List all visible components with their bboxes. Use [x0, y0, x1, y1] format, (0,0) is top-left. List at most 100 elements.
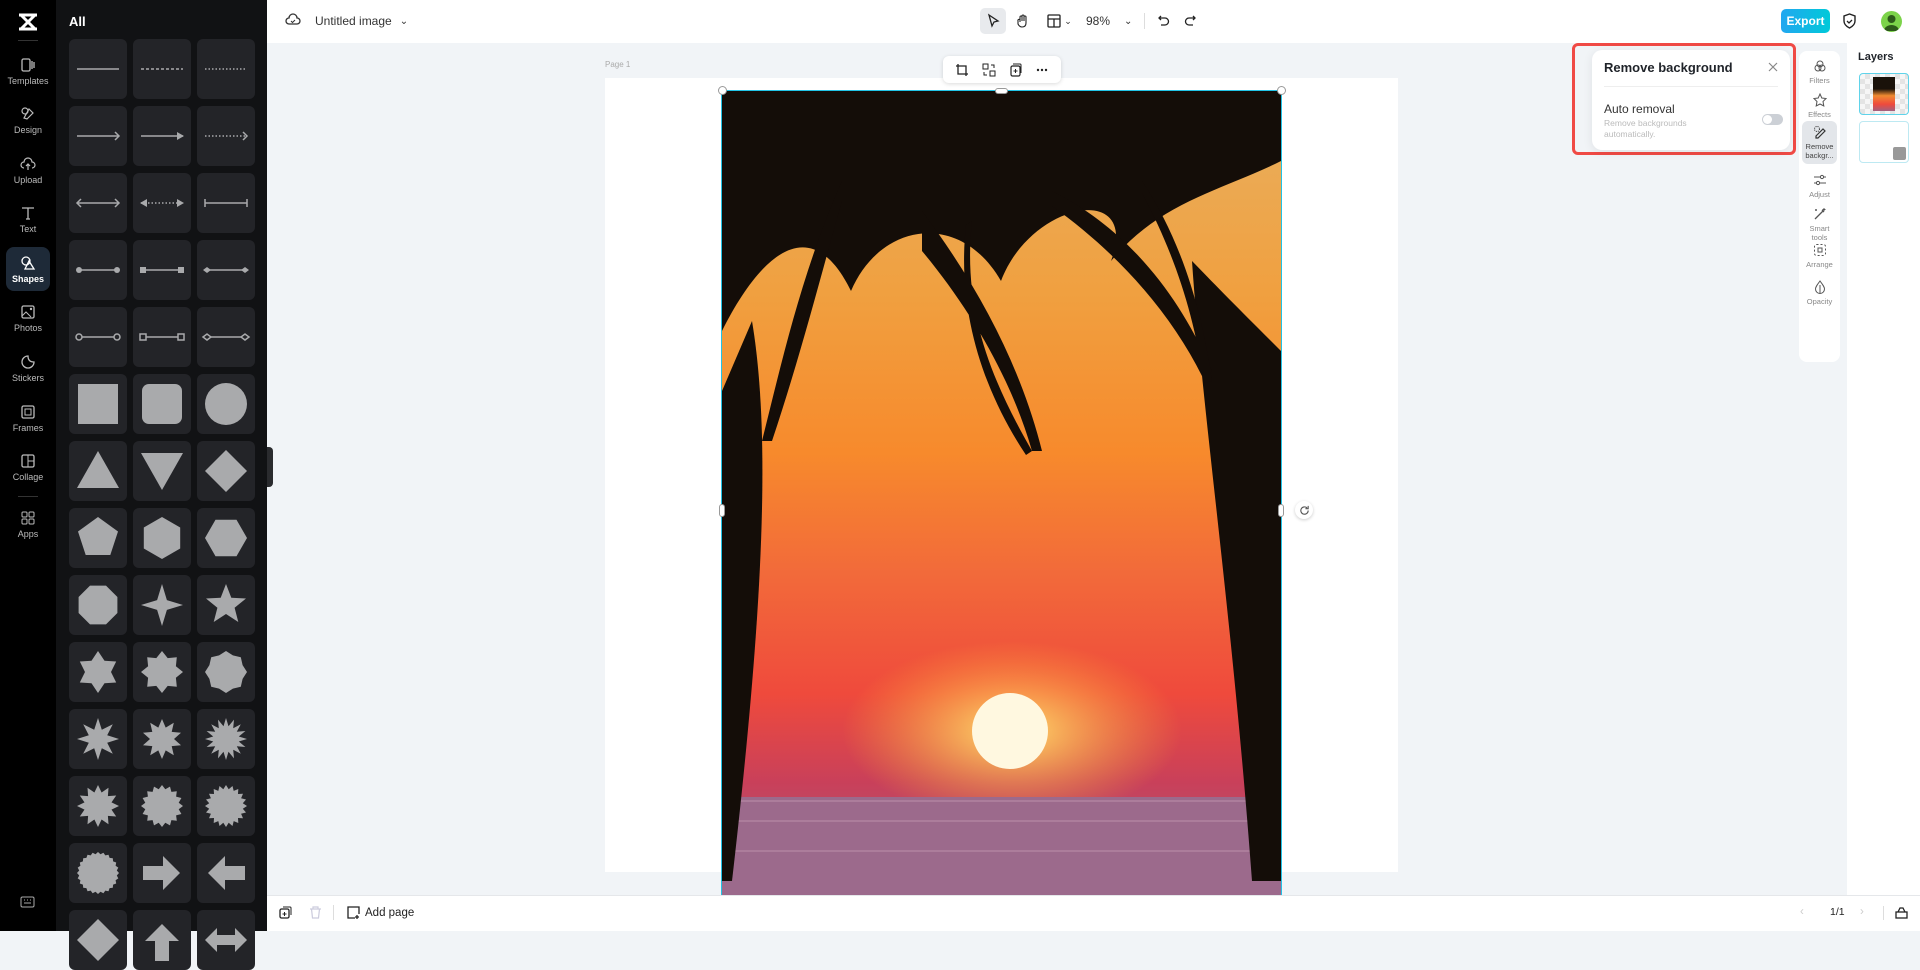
shape-tile-seal-24[interactable] [69, 843, 127, 903]
shape-tile-octagon[interactable] [69, 575, 127, 635]
document-title[interactable]: Untitled image ⌄ [315, 14, 408, 28]
zoom-dropdown-chevron-icon[interactable]: ⌄ [1124, 16, 1132, 27]
select-tool-button[interactable] [980, 8, 1006, 34]
duplicate-icon[interactable] [1008, 63, 1022, 77]
shape-tile-hexagon-flat[interactable] [197, 508, 255, 568]
tool-arrange[interactable]: Arrange [1802, 239, 1837, 273]
stickers-icon [21, 354, 35, 369]
hand-tool-button[interactable] [1010, 8, 1036, 34]
shape-tile-arrow-filled[interactable] [133, 106, 191, 166]
more-icon[interactable] [1035, 63, 1049, 77]
layer-background[interactable] [1859, 121, 1909, 163]
rail-item-stickers[interactable]: Stickers [6, 346, 50, 390]
shape-tile-line-dotted[interactable] [197, 39, 255, 99]
shape-tile-line-hollow-square-ends[interactable] [133, 307, 191, 367]
shape-tile-arrow-up-partial[interactable] [133, 910, 191, 970]
shape-tile-hexagon[interactable] [133, 508, 191, 568]
rail-item-templates[interactable]: Templates [6, 49, 50, 93]
crop-icon[interactable] [955, 63, 969, 77]
shape-tile-arrow-dotted[interactable] [197, 106, 255, 166]
shape-tile-arrow-left[interactable] [197, 843, 255, 903]
rail-item-frames[interactable]: Frames [6, 396, 50, 440]
rail-item-apps[interactable]: Apps [6, 502, 50, 546]
page-manager-icon[interactable] [1894, 905, 1909, 920]
tool-adjust[interactable]: Adjust [1802, 169, 1837, 203]
inverted-triangle-icon [141, 453, 183, 490]
rail-item-upload[interactable]: Upload [6, 148, 50, 192]
shape-tile-burst-10[interactable] [133, 709, 191, 769]
auto-removal-toggle[interactable] [1762, 114, 1783, 125]
layer-image[interactable] [1859, 73, 1909, 115]
sunset-palm-image[interactable] [721, 90, 1282, 896]
shape-tile-arrow-open[interactable] [69, 106, 127, 166]
shape-tile-burst-16[interactable] [197, 709, 255, 769]
shape-tile-double-arrow-partial[interactable] [197, 910, 255, 970]
rail-item-design[interactable]: Design [6, 98, 50, 142]
shape-tile-pentagon[interactable] [69, 508, 127, 568]
resize-handle-top[interactable] [995, 88, 1008, 94]
popup-title: Remove background [1604, 60, 1733, 75]
resize-handle-top-right[interactable] [1277, 86, 1286, 95]
shape-tile-arrow-right[interactable] [133, 843, 191, 903]
redo-button[interactable] [1177, 8, 1203, 34]
delete-page-icon[interactable] [308, 905, 323, 920]
rail-item-collage[interactable]: Collage [6, 445, 50, 489]
replace-icon[interactable] [982, 63, 996, 77]
shape-tile-burst-12[interactable] [69, 776, 127, 836]
rail-item-text[interactable]: Text [6, 197, 50, 241]
user-avatar[interactable] [1881, 11, 1902, 32]
capcut-logo[interactable] [16, 10, 40, 34]
shape-tile-line-dot-ends[interactable] [69, 240, 127, 300]
next-page-button[interactable]: › [1860, 906, 1864, 918]
shape-tile-line-diamond-ends[interactable] [197, 240, 255, 300]
export-button[interactable]: Export [1781, 9, 1830, 33]
add-page-button[interactable]: Add page [346, 905, 414, 920]
zoom-level[interactable]: 98% [1086, 14, 1110, 28]
tool-effects[interactable]: Effects [1802, 89, 1837, 123]
shape-tile-triangle[interactable] [69, 441, 127, 501]
design-icon [21, 106, 34, 120]
shape-tile-line-solid[interactable] [69, 39, 127, 99]
shape-tile-star-8-round[interactable] [197, 642, 255, 702]
shape-tile-double-arrow-dotted[interactable] [133, 173, 191, 233]
close-icon[interactable] [1766, 60, 1780, 74]
shape-tile-star-4[interactable] [133, 575, 191, 635]
keyboard-icon[interactable] [20, 896, 35, 908]
shape-tile-star-8[interactable] [133, 642, 191, 702]
shape-tile-star-6[interactable] [69, 642, 127, 702]
line-square-ends-icon [140, 267, 184, 273]
shape-tile-burst-8[interactable] [69, 709, 127, 769]
cloud-save-icon[interactable] [285, 12, 301, 28]
shape-tile-diamond[interactable] [197, 441, 255, 501]
duplicate-page-icon[interactable] [278, 905, 293, 920]
shape-tile-burst-16-round[interactable] [133, 776, 191, 836]
shape-tile-circle[interactable] [197, 374, 255, 434]
shape-tile-rounded-square[interactable] [133, 374, 191, 434]
shape-tile-inverted-triangle[interactable] [133, 441, 191, 501]
shape-tile-line-dashed[interactable] [133, 39, 191, 99]
rotate-handle[interactable] [1295, 501, 1313, 519]
collapse-panel-handle[interactable] [267, 447, 273, 487]
line-hollow-square-ends-icon [139, 333, 185, 341]
shape-tile-line-hollow-circle-ends[interactable] [69, 307, 127, 367]
shape-tile-diamond-partial[interactable] [69, 910, 127, 970]
shield-icon[interactable] [1842, 13, 1857, 29]
undo-button[interactable] [1151, 8, 1177, 34]
shape-tile-burst-20[interactable] [197, 776, 255, 836]
tool-filters[interactable]: Filters [1802, 55, 1837, 89]
rail-item-photos[interactable]: Photos [6, 296, 50, 340]
resize-handle-right[interactable] [1278, 504, 1284, 517]
resize-handle-top-left[interactable] [718, 86, 727, 95]
prev-page-button[interactable]: ‹ [1800, 906, 1804, 918]
shape-tile-star-5[interactable] [197, 575, 255, 635]
shape-tile-line-bar-ends[interactable] [197, 173, 255, 233]
shape-tile-line-square-ends[interactable] [133, 240, 191, 300]
shape-tile-double-arrow-open[interactable] [69, 173, 127, 233]
shape-tile-line-hollow-diamond-ends[interactable] [197, 307, 255, 367]
layout-dropdown[interactable]: ⌄ [1042, 8, 1076, 34]
resize-handle-left[interactable] [719, 504, 725, 517]
tool-remove-backgr[interactable]: Remove backgr... [1802, 121, 1837, 164]
tool-opacity[interactable]: Opacity [1802, 276, 1837, 310]
shape-tile-square[interactable] [69, 374, 127, 434]
rail-item-shapes[interactable]: Shapes [6, 247, 50, 291]
